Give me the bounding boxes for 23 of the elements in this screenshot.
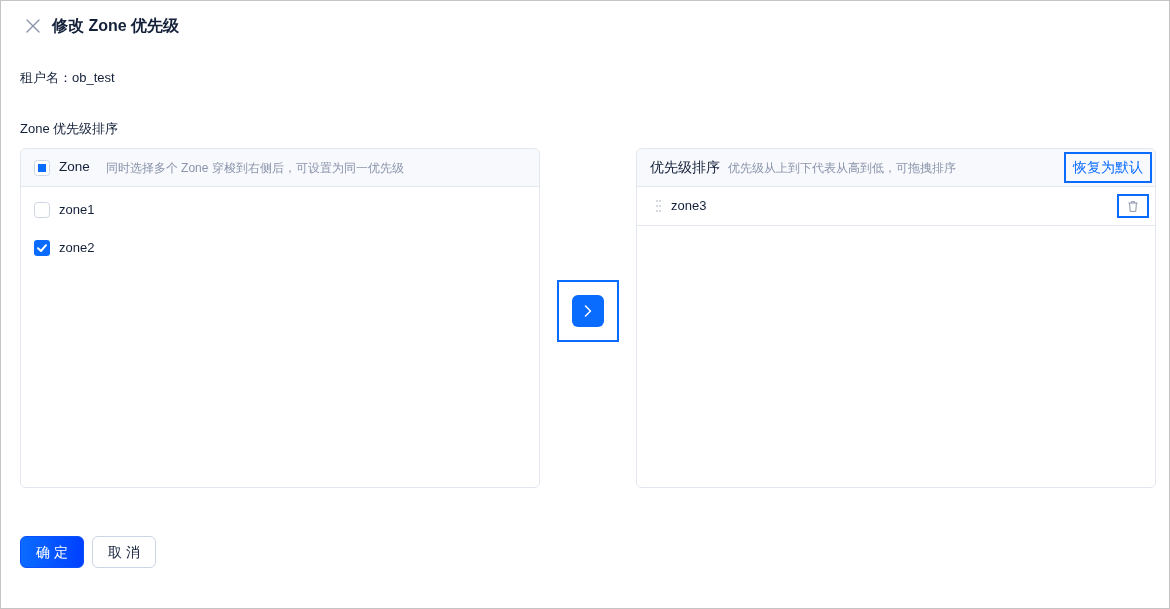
drag-handle-icon[interactable] xyxy=(656,200,661,212)
zone-label: zone3 xyxy=(671,197,707,216)
chevron-right-icon xyxy=(584,305,592,317)
tenant-label: 租户名： xyxy=(20,69,72,87)
panel-title: 优先级排序 xyxy=(650,158,720,177)
zone-label: zone1 xyxy=(59,201,95,220)
transfer-button[interactable] xyxy=(572,295,604,327)
trash-icon xyxy=(1128,200,1138,212)
reset-button[interactable]: 恢复为默认 xyxy=(1064,152,1152,183)
section-label: Zone 优先级排序 xyxy=(20,120,119,138)
panel-hint: 优先级从上到下代表从高到低，可拖拽排序 xyxy=(728,159,956,177)
header-hint: 同时选择多个 Zone 穿梭到右侧后，可设置为同一优先级 xyxy=(105,159,404,177)
tenant-value: ob_test xyxy=(72,69,115,87)
header-label: Zone xyxy=(59,158,90,177)
dialog-title: 修改 Zone 优先级 xyxy=(52,16,180,36)
zone-label: zone2 xyxy=(59,239,95,258)
select-all-checkbox[interactable] xyxy=(34,159,50,176)
cancel-button[interactable]: 取 消 xyxy=(91,536,156,568)
close-icon[interactable] xyxy=(26,19,40,33)
delete-button[interactable] xyxy=(1117,194,1149,218)
zone-checkbox[interactable] xyxy=(34,202,50,218)
zone-checkbox[interactable] xyxy=(34,240,50,256)
confirm-button[interactable]: 确 定 xyxy=(20,536,84,568)
